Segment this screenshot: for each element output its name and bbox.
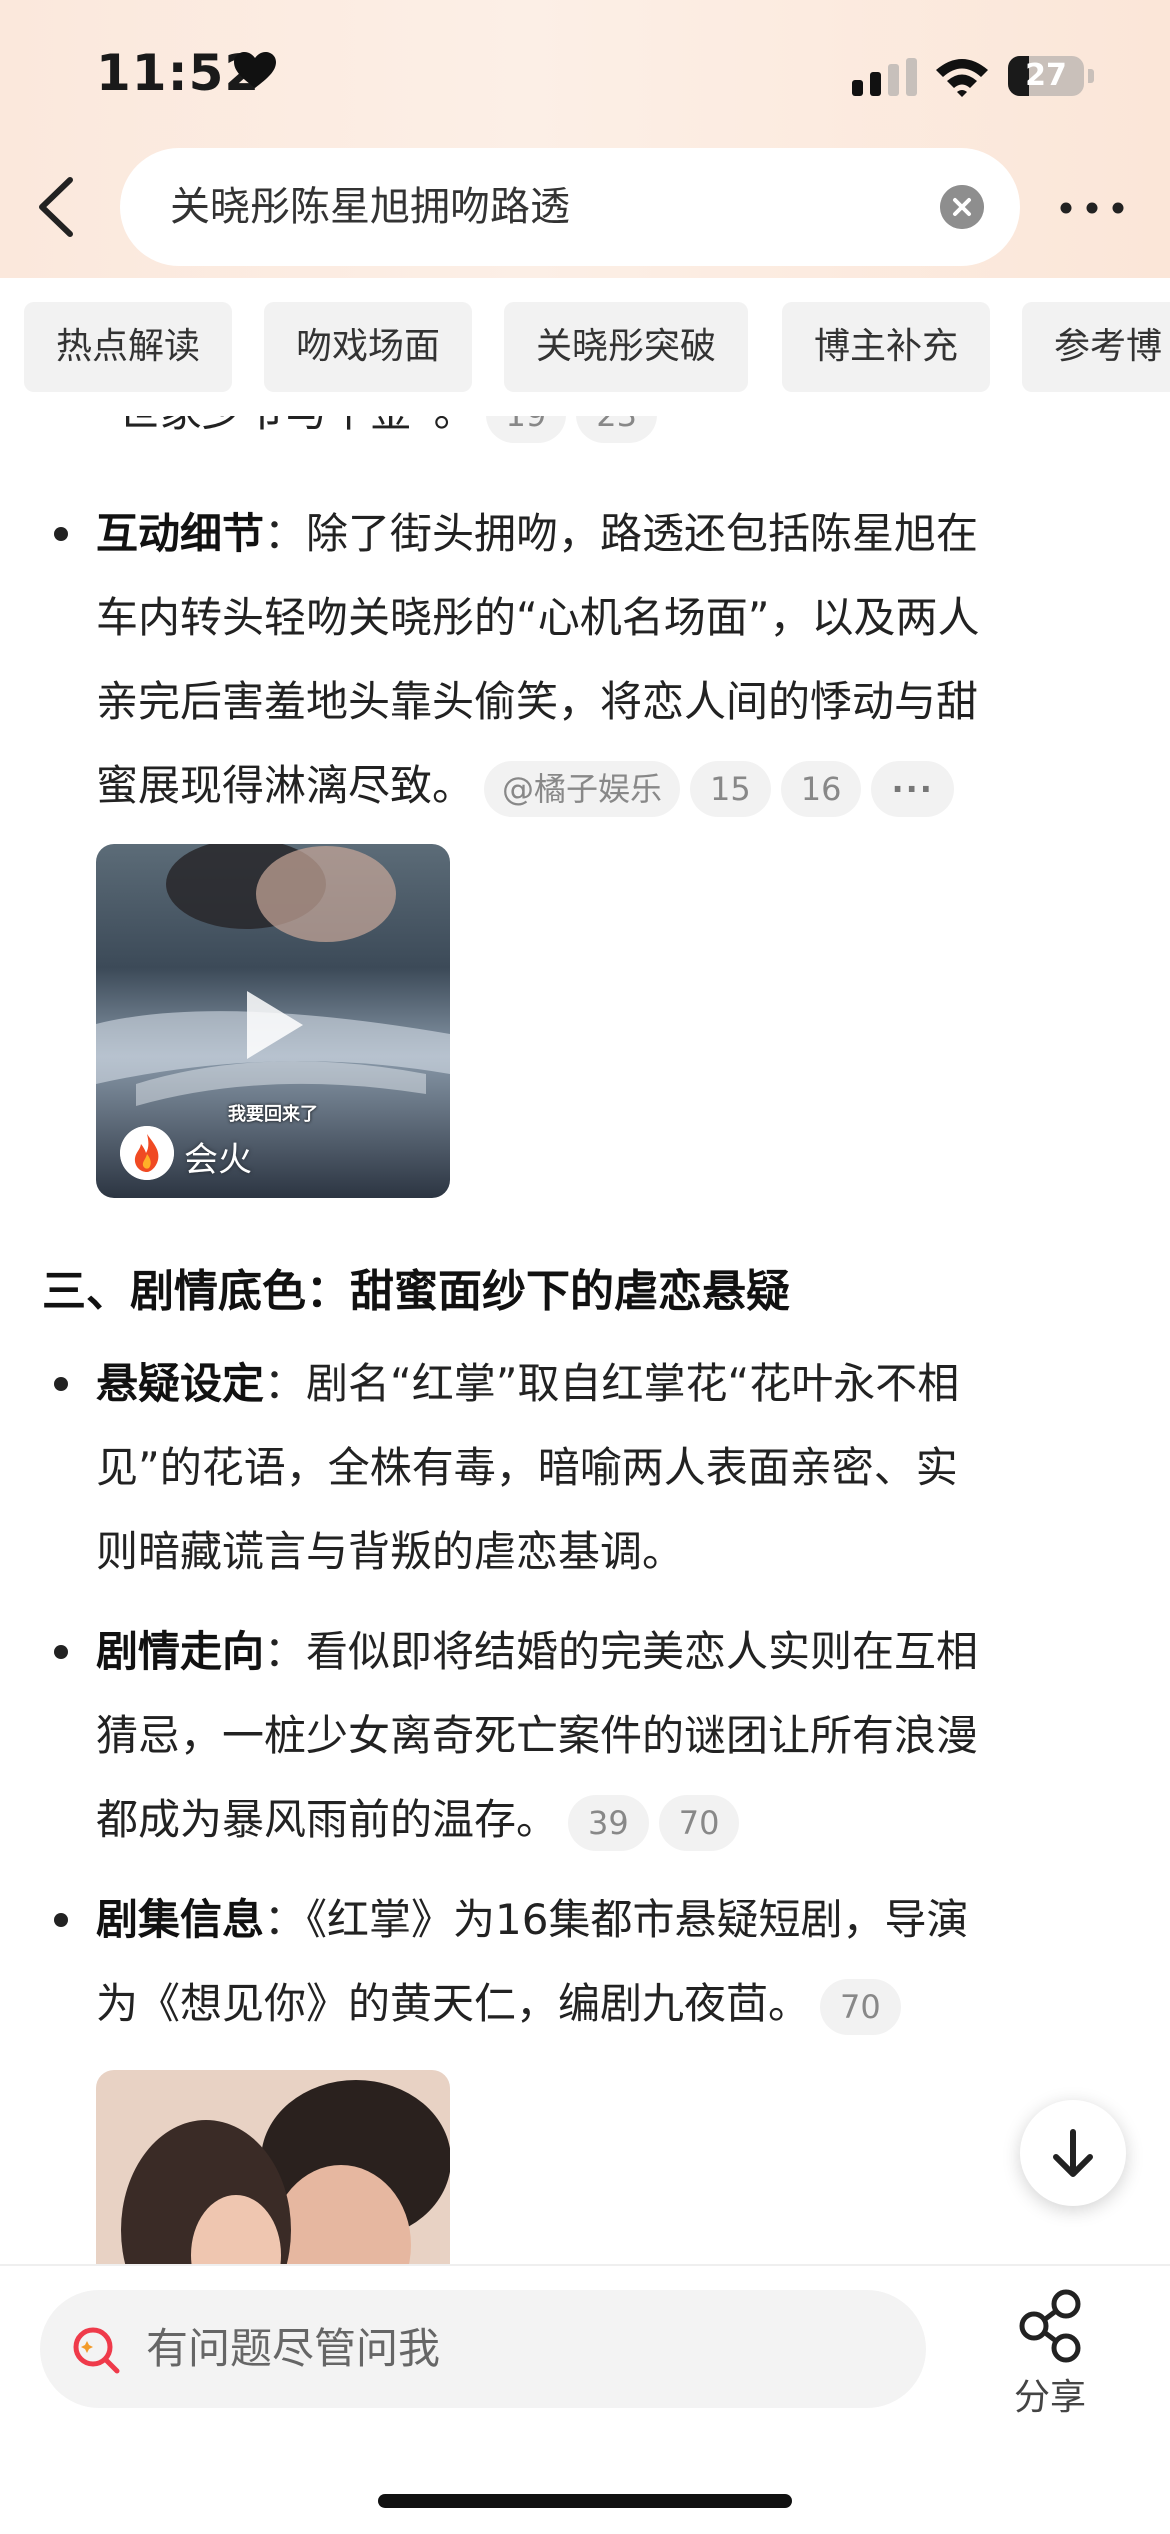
item-title: 悬疑设定	[96, 1359, 265, 1408]
section-heading: 三、剧情底色：甜蜜面纱下的虐恋悬疑	[42, 1266, 790, 1317]
tab-blogger-supplement[interactable]: 博主补充	[782, 302, 991, 392]
video-caption: 我要回来了	[228, 1104, 318, 1125]
share-icon	[1019, 2289, 1081, 2363]
tab-reference[interactable]: 参考博	[1022, 302, 1170, 392]
more-dots-icon[interactable]	[1056, 190, 1128, 226]
topic-tabs: 热点解读 吻戏场面 关晓彤突破 博主补充 参考博	[0, 278, 1170, 416]
tab-kiss-scenes[interactable]: 吻戏场面	[264, 302, 473, 392]
answer-content: “世家少爷与千金”。1923 互动细节：除了街头拥吻，路透还包括陈星旭在 车内转…	[0, 416, 1170, 2264]
bullet-dot	[54, 527, 68, 541]
bullet-dot	[54, 1913, 68, 1927]
bullet-dot	[54, 1377, 68, 1391]
partial-line: “世家少爷与千金”。1923	[96, 416, 1126, 454]
tab-hot-topics[interactable]: 热点解读	[24, 302, 233, 392]
reference-badge[interactable]: 15	[690, 760, 771, 817]
list-item: 剧情走向：看似即将结婚的完美恋人实则在互相 猜忌，一桩少女离奇死亡案件的谜团让所…	[96, 1610, 1126, 1862]
ask-input[interactable]: 有问题尽管问我	[40, 2290, 926, 2408]
battery-level-text: 27	[1025, 58, 1067, 93]
drama-still-image	[96, 2070, 450, 2264]
arrow-down-icon	[1053, 2129, 1093, 2177]
battery-indicator: 27	[1008, 56, 1094, 96]
reference-badge[interactable]: 39	[568, 1794, 649, 1851]
video-source-name: 会火	[184, 1140, 252, 1180]
cellular-signal-icon	[852, 58, 917, 96]
scroll-down-button[interactable]	[1020, 2100, 1126, 2206]
fire-logo-icon	[120, 1126, 174, 1180]
wifi-icon	[936, 59, 988, 97]
reference-badge[interactable]: 70	[820, 1978, 901, 2035]
home-indicator	[378, 2494, 792, 2508]
reference-badge[interactable]: 16	[780, 760, 862, 817]
item-title: 剧情走向	[96, 1627, 265, 1676]
clear-circle-icon[interactable]	[940, 185, 984, 229]
image-thumbnail[interactable]	[96, 2070, 450, 2264]
item-title: 剧集信息	[96, 1895, 265, 1944]
chevron-left-icon[interactable]	[28, 172, 88, 242]
reference-badge[interactable]: 70	[658, 1794, 740, 1851]
tab-breakthrough[interactable]: 关晓彤突破	[504, 302, 749, 392]
play-icon	[247, 991, 303, 1059]
list-item: 剧集信息：《红掌》为16集都市悬疑短剧，导演 为《想见你》的黄天仁，编剧九夜茴。…	[96, 1878, 1126, 2046]
search-field[interactable]: 关晓彤陈星旭拥吻路透	[120, 148, 1020, 266]
list-item: 悬疑设定：剧名“红掌”取自红掌花“花叶永不相 见”的花语，全株有毒，暗喻两人表面…	[96, 1359, 960, 1576]
share-label: 分享	[1013, 2377, 1086, 2418]
reference-badge[interactable]: 23	[576, 416, 657, 443]
source-badge[interactable]: @橘子娱乐	[484, 760, 681, 817]
item-title: 互动细节	[96, 509, 265, 558]
list-item: 互动细节：除了街头拥吻，路透还包括陈星旭在 车内转头轻吻关晓彤的“心机名场面”，…	[96, 492, 1126, 828]
ask-placeholder[interactable]: 有问题尽管问我	[146, 2290, 440, 2408]
status-bar: 11:52 27	[0, 0, 1170, 150]
more-references-button[interactable]: ···	[871, 760, 954, 817]
share-button[interactable]: 分享	[1000, 2286, 1100, 2426]
ai-search-icon	[73, 2327, 120, 2374]
heart-icon	[234, 52, 276, 88]
search-query-text[interactable]: 关晓彤陈星旭拥吻路透	[170, 148, 570, 266]
video-thumbnail[interactable]: 我要回来了 会火	[96, 844, 450, 1198]
reference-badge[interactable]: 19	[485, 416, 567, 443]
bullet-dot	[54, 1645, 68, 1659]
